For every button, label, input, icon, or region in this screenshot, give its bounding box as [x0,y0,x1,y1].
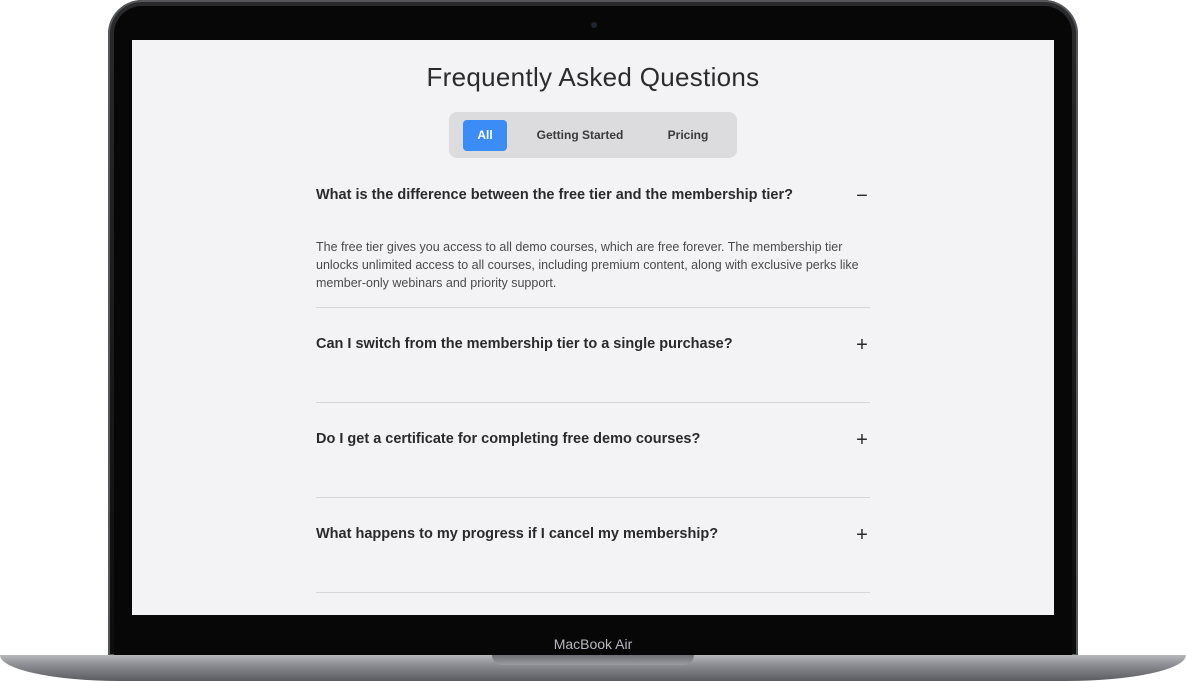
faq-question: What happens to my progress if I cancel … [316,526,719,542]
tab-all[interactable]: All [463,120,507,151]
camera-icon [591,22,597,28]
faq-tab-bar: All Getting Started Pricing [449,112,737,158]
laptop-notch [492,655,694,665]
faq-question-row[interactable]: What is the difference between the free … [316,177,870,215]
expand-icon[interactable]: + [854,423,870,457]
faq-question-row[interactable]: What happens to my progress if I cancel … [316,498,870,592]
faq-question: Can I switch from the membership tier to… [316,336,733,352]
page-title: Frequently Asked Questions [426,62,760,92]
faq-question-row[interactable]: Can I switch from the membership tier to… [316,308,870,402]
faq-question-row[interactable]: Do I get a certificate for completing fr… [316,403,870,497]
collapse-icon[interactable]: − [854,179,870,213]
faq-item: What happens to my progress if I cancel … [316,498,870,593]
tab-pricing[interactable]: Pricing [651,120,725,151]
laptop-frame: Frequently Asked Questions All Getting S… [0,0,1186,681]
faq-item: Do I get a certificate for completing fr… [316,403,870,498]
faq-question: What is the difference between the free … [316,187,793,203]
device-label: MacBook Air [553,636,633,652]
faq-item: What is the difference between the free … [316,177,870,308]
faq-question: Do I get a certificate for completing fr… [316,431,701,447]
faq-list: What is the difference between the free … [316,177,870,593]
screen: Frequently Asked Questions All Getting S… [132,40,1054,615]
faq-item: Can I switch from the membership tier to… [316,308,870,403]
expand-icon[interactable]: + [854,518,870,552]
faq-answer: The free tier gives you access to all de… [316,240,859,290]
tab-getting-started[interactable]: Getting Started [527,120,633,151]
expand-icon[interactable]: + [854,328,870,362]
